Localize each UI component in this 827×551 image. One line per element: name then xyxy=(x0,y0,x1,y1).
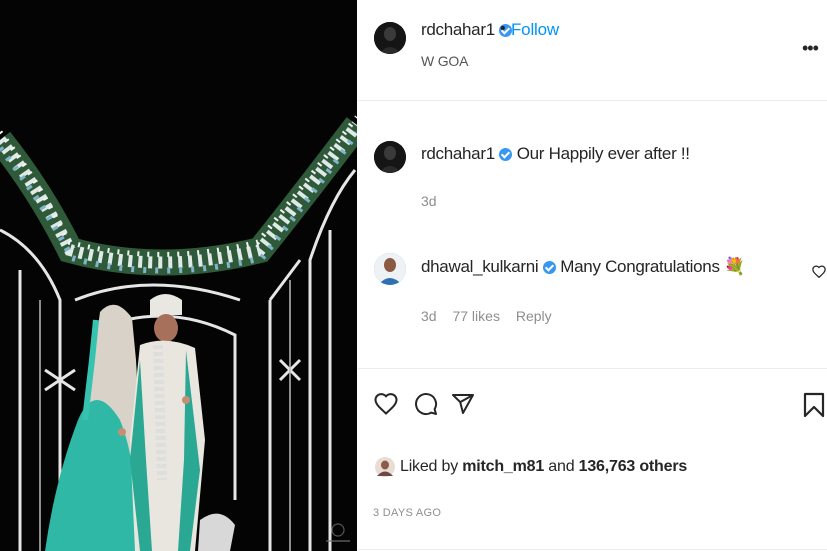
comment: dhawal_kulkarni Many Congratulations 💐 xyxy=(421,257,745,277)
comment-icon[interactable] xyxy=(414,392,438,421)
liked-by-count[interactable]: 136,763 xyxy=(579,458,636,475)
caption: rdchahar1 Our Happily ever after !! xyxy=(421,144,690,164)
comment-time[interactable]: 3d xyxy=(421,308,437,324)
author-avatar[interactable] xyxy=(374,22,406,54)
header-divider xyxy=(358,100,827,101)
liked-by-conj: and xyxy=(548,458,575,475)
comment-meta: 3d 77 likes Reply xyxy=(421,308,564,324)
liked-by-prefix: Liked by xyxy=(400,458,458,475)
caption-time[interactable]: 3d xyxy=(421,193,437,209)
comment-likes[interactable]: 77 likes xyxy=(452,308,499,324)
comment-like-heart-icon[interactable] xyxy=(812,265,826,283)
comment-username[interactable]: dhawal_kulkarni xyxy=(421,257,539,276)
more-options-icon[interactable]: ••• xyxy=(802,38,819,59)
follow-button[interactable]: Follow xyxy=(511,20,559,40)
liked-by-summary: Liked by mitch_m81 and 136,763 others xyxy=(400,458,687,476)
verified-badge-icon xyxy=(499,148,513,162)
caption-username[interactable]: rdchahar1 xyxy=(421,144,495,163)
post-photo[interactable] xyxy=(0,0,357,551)
bouquet-emoji-icon: 💐 xyxy=(724,257,745,276)
bookmark-icon[interactable] xyxy=(803,392,825,423)
post-side-panel: rdchahar1 • Follow W GOA ••• rdchahar1 O… xyxy=(358,0,827,551)
bottom-divider xyxy=(358,549,827,550)
post-location[interactable]: W GOA xyxy=(421,53,468,69)
commenter-avatar[interactable] xyxy=(374,253,406,285)
avatar-silhouette-icon xyxy=(374,141,406,173)
liked-by-avatar[interactable] xyxy=(375,457,395,482)
author-username[interactable]: rdchahar1 xyxy=(421,20,513,40)
separator-dot: • xyxy=(500,20,506,37)
avatar-person-icon xyxy=(374,253,406,285)
comment-text: Many Congratulations xyxy=(560,257,720,276)
heart-icon[interactable] xyxy=(374,392,398,421)
liker-avatar-icon xyxy=(375,457,395,477)
liked-by-user[interactable]: mitch_m81 xyxy=(462,458,544,475)
liked-by-suffix[interactable]: others xyxy=(639,458,687,475)
post-timestamp[interactable]: 3 DAYS AGO xyxy=(373,507,441,519)
author-username-text[interactable]: rdchahar1 xyxy=(421,20,495,39)
caption-author-avatar[interactable] xyxy=(374,141,406,173)
actions-divider xyxy=(358,368,827,369)
share-icon[interactable] xyxy=(451,392,475,421)
caption-text: Our Happily ever after !! xyxy=(516,144,690,163)
avatar-silhouette-icon xyxy=(374,22,406,54)
reply-button[interactable]: Reply xyxy=(516,308,552,324)
verified-badge-icon xyxy=(542,261,556,275)
wedding-photo-illustration xyxy=(0,0,357,551)
